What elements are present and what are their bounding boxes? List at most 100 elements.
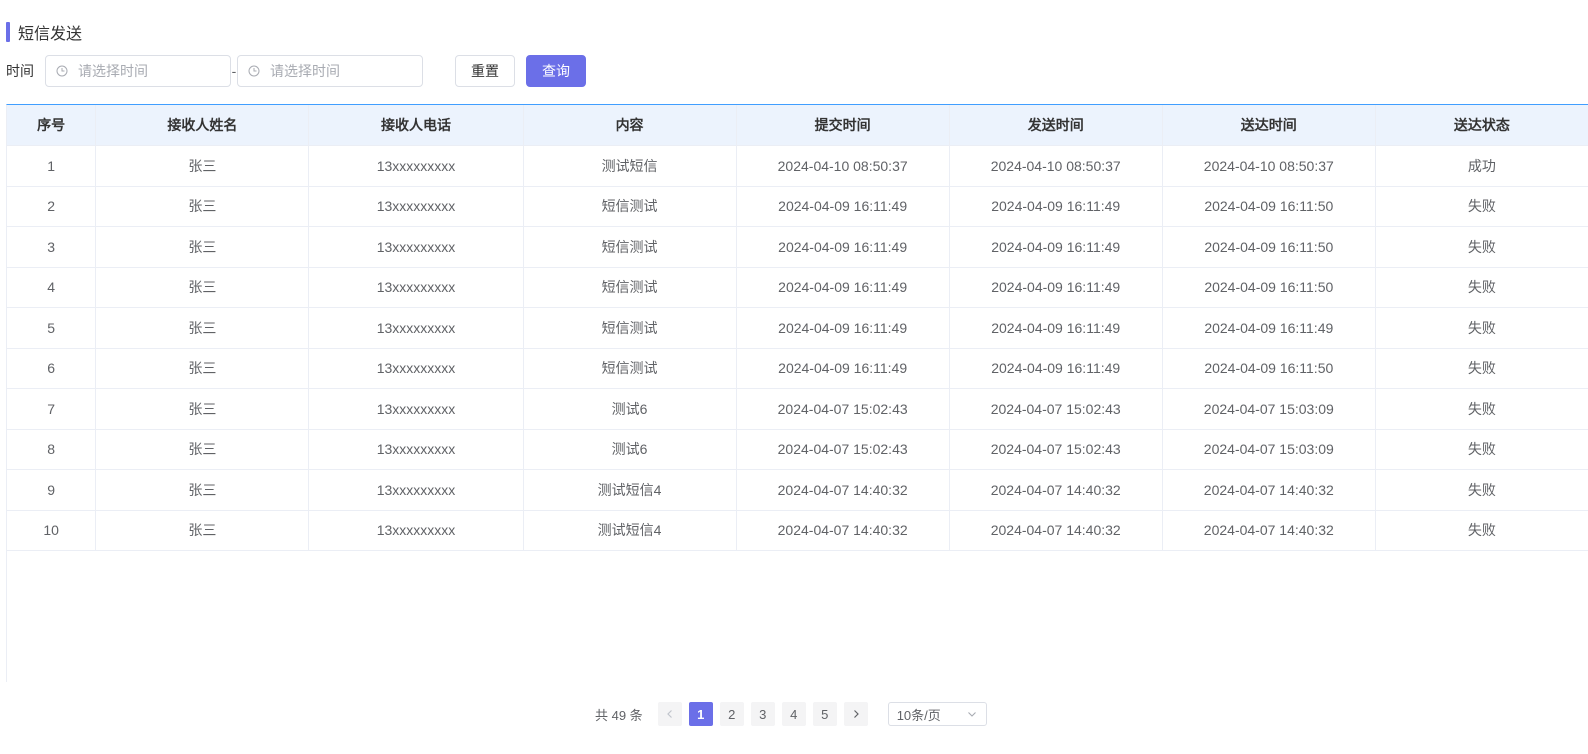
- cell-recipient-phone: 13xxxxxxxxx: [308, 510, 524, 551]
- cell-index: 2: [7, 186, 97, 227]
- reset-button[interactable]: 重置: [455, 55, 515, 87]
- cell-delivery-time: 2024-04-07 15:03:09: [1162, 429, 1376, 470]
- cell-recipient-name: 张三: [95, 469, 310, 511]
- table-row: 6 张三 13xxxxxxxxx 短信测试 2024-04-09 16:11:49 202…: [7, 348, 1588, 389]
- cell-recipient-name: 张三: [95, 186, 310, 227]
- clock-icon: [248, 65, 260, 77]
- cell-delivery-time: 2024-04-07 14:40:32: [1162, 510, 1376, 551]
- time-filter-label: 时间: [6, 63, 34, 79]
- query-button[interactable]: 查询: [526, 55, 586, 87]
- cell-content: 测试短信4: [523, 510, 737, 551]
- cell-index: 8: [7, 429, 97, 470]
- cell-recipient-name: 张三: [95, 348, 310, 389]
- cell-content: 短信测试: [523, 267, 737, 308]
- page-number-button[interactable]: 3: [750, 702, 775, 726]
- cell-delivery-status: 失败: [1375, 469, 1588, 511]
- cell-recipient-phone: 13xxxxxxxxx: [308, 307, 524, 349]
- cell-send-time: 2024-04-09 16:11:49: [949, 186, 1163, 227]
- cell-submit-time: 2024-04-09 16:11:49: [736, 307, 950, 349]
- page-number-list: 12345: [688, 702, 844, 726]
- filter-bar: 时间 - 重置 查询: [6, 55, 586, 87]
- page-header: 短信发送: [6, 22, 82, 43]
- table-row: 2 张三 13xxxxxxxxx 短信测试 2024-04-09 16:11:49 202…: [7, 186, 1588, 227]
- cell-delivery-status: 失败: [1375, 388, 1588, 430]
- cell-delivery-status: 失败: [1375, 186, 1588, 227]
- column-header: 内容: [523, 105, 737, 146]
- cell-delivery-time: 2024-04-07 15:03:09: [1162, 388, 1376, 430]
- cell-index: 9: [7, 469, 97, 511]
- cell-submit-time: 2024-04-10 08:50:37: [736, 145, 950, 187]
- start-time-input[interactable]: [78, 63, 218, 79]
- cell-content: 测试6: [523, 429, 737, 470]
- table-row: 1 张三 13xxxxxxxxx 测试短信 2024-04-10 08:50:37 202…: [7, 145, 1588, 187]
- column-header: 序号: [7, 105, 97, 146]
- cell-send-time: 2024-04-07 14:40:32: [949, 510, 1163, 551]
- cell-recipient-phone: 13xxxxxxxxx: [308, 186, 524, 227]
- cell-content: 短信测试: [523, 186, 737, 227]
- cell-delivery-time: 2024-04-10 08:50:37: [1162, 145, 1376, 187]
- cell-recipient-name: 张三: [95, 267, 310, 308]
- cell-recipient-name: 张三: [95, 145, 310, 187]
- column-header: 接收人姓名: [95, 105, 310, 146]
- cell-content: 短信测试: [523, 226, 737, 268]
- cell-index: 5: [7, 307, 97, 349]
- cell-delivery-time: 2024-04-07 14:40:32: [1162, 469, 1376, 511]
- cell-content: 测试短信: [523, 145, 737, 187]
- cell-recipient-phone: 13xxxxxxxxx: [308, 267, 524, 308]
- cell-submit-time: 2024-04-07 15:02:43: [736, 429, 950, 470]
- table-row: 3 张三 13xxxxxxxxx 短信测试 2024-04-09 16:11:49 202…: [7, 226, 1588, 268]
- page-number-button[interactable]: 2: [719, 702, 744, 726]
- column-header: 接收人电话: [308, 105, 524, 146]
- cell-index: 10: [7, 510, 97, 551]
- cell-index: 4: [7, 267, 97, 308]
- cell-submit-time: 2024-04-09 16:11:49: [736, 267, 950, 308]
- page-number-button[interactable]: 4: [781, 702, 806, 726]
- sms-table: 序号 接收人姓名 接收人电话 内容 提交时间 发送时间 送达时间 送达状态 1 张三 13xxxx…: [7, 105, 1588, 551]
- cell-delivery-time: 2024-04-09 16:11:49: [1162, 307, 1376, 349]
- table-row: 9 张三 13xxxxxxxxx 测试短信4 2024-04-07 14:40:32 20…: [7, 469, 1588, 511]
- cell-index: 7: [7, 388, 97, 430]
- cell-recipient-phone: 13xxxxxxxxx: [308, 388, 524, 430]
- table-row: 4 张三 13xxxxxxxxx 短信测试 2024-04-09 16:11:49 202…: [7, 267, 1588, 308]
- cell-content: 测试6: [523, 388, 737, 430]
- start-time-picker[interactable]: [45, 55, 231, 87]
- cell-send-time: 2024-04-10 08:50:37: [949, 145, 1163, 187]
- cell-delivery-status: 成功: [1375, 145, 1588, 187]
- cell-recipient-name: 张三: [95, 429, 310, 470]
- cell-delivery-time: 2024-04-09 16:11:50: [1162, 226, 1376, 268]
- end-time-picker[interactable]: [237, 55, 423, 87]
- cell-delivery-status: 失败: [1375, 267, 1588, 308]
- clock-icon: [56, 65, 68, 77]
- cell-delivery-status: 失败: [1375, 348, 1588, 389]
- cell-index: 3: [7, 226, 97, 268]
- table-row: 5 张三 13xxxxxxxxx 短信测试 2024-04-09 16:11:49 202…: [7, 307, 1588, 349]
- end-time-input[interactable]: [270, 63, 410, 79]
- page-number-button[interactable]: 5: [812, 702, 837, 726]
- cell-recipient-name: 张三: [95, 226, 310, 268]
- table-row: 7 张三 13xxxxxxxxx 测试6 2024-04-07 15:02:43 2024…: [7, 388, 1588, 430]
- cell-send-time: 2024-04-09 16:11:49: [949, 226, 1163, 268]
- cell-content: 短信测试: [523, 348, 737, 389]
- prev-page-button[interactable]: [657, 702, 682, 726]
- table-row: 10 张三 13xxxxxxxxx 测试短信4 2024-04-07 14:40:32 2…: [7, 510, 1588, 551]
- cell-send-time: 2024-04-09 16:11:49: [949, 267, 1163, 308]
- cell-send-time: 2024-04-09 16:11:49: [949, 307, 1163, 349]
- column-header: 送达时间: [1162, 105, 1376, 146]
- pagination: 共 49 条 12345 10条/页: [595, 702, 987, 726]
- cell-delivery-status: 失败: [1375, 307, 1588, 349]
- table-header-row: 序号 接收人姓名 接收人电话 内容 提交时间 发送时间 送达时间 送达状态: [7, 105, 1588, 146]
- cell-recipient-name: 张三: [95, 388, 310, 430]
- sms-table-container: 序号 接收人姓名 接收人电话 内容 提交时间 发送时间 送达时间 送达状态 1 张三 13xxxx…: [6, 104, 1588, 682]
- page-size-value: 10条/页: [896, 707, 941, 723]
- cell-submit-time: 2024-04-09 16:11:49: [736, 226, 950, 268]
- page-size-select[interactable]: 10条/页: [887, 702, 987, 726]
- page-number-button[interactable]: 1: [688, 702, 713, 726]
- next-page-button[interactable]: [843, 702, 868, 726]
- cell-recipient-phone: 13xxxxxxxxx: [308, 469, 524, 511]
- table-body: 1 张三 13xxxxxxxxx 测试短信 2024-04-10 08:50:37 202…: [7, 145, 1588, 551]
- column-header: 提交时间: [736, 105, 950, 146]
- table-header: 序号 接收人姓名 接收人电话 内容 提交时间 发送时间 送达时间 送达状态: [7, 105, 1588, 146]
- title-accent-bar: [6, 22, 10, 42]
- cell-submit-time: 2024-04-07 15:02:43: [736, 388, 950, 430]
- cell-delivery-status: 失败: [1375, 429, 1588, 470]
